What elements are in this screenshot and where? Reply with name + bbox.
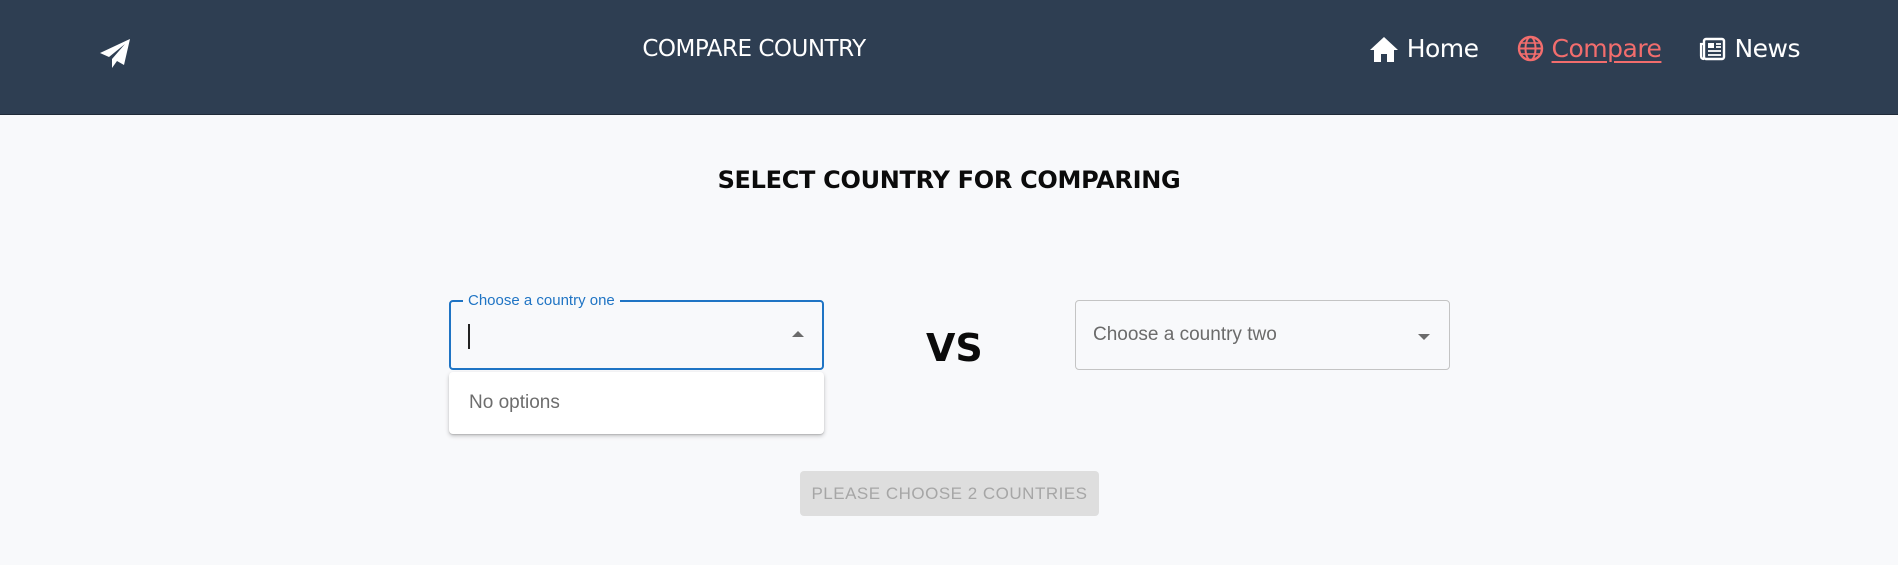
text-cursor xyxy=(468,324,470,349)
nav-compare-label: Compare xyxy=(1551,34,1662,63)
compare-submit-button[interactable]: PLEASE CHOOSE 2 COUNTRIES xyxy=(800,471,1099,516)
country-one-dropdown: No options xyxy=(449,372,824,434)
newspaper-icon xyxy=(1699,37,1726,61)
chevron-up-icon[interactable] xyxy=(792,331,804,337)
vs-label: VS xyxy=(926,326,983,370)
app-title: COMPARE COUNTRY xyxy=(642,36,866,62)
country-two-placeholder: Choose a country two xyxy=(1093,324,1277,345)
page-title: SELECT COUNTRY FOR COMPARING xyxy=(717,166,1181,194)
globe-icon xyxy=(1517,35,1544,62)
country-one-autocomplete[interactable]: Choose a country one xyxy=(449,292,824,370)
home-icon xyxy=(1369,35,1399,63)
chevron-down-icon[interactable] xyxy=(1418,334,1430,340)
nav-news-link[interactable]: News xyxy=(1699,34,1800,63)
country-one-label: Choose a country one xyxy=(463,292,620,310)
top-navbar: COMPARE COUNTRY Home Compare News xyxy=(0,0,1898,115)
nav-home-label: Home xyxy=(1406,34,1479,63)
no-options-text: No options xyxy=(469,392,560,413)
nav-menu: Home Compare News xyxy=(1369,34,1800,63)
nav-home-link[interactable]: Home xyxy=(1369,34,1479,63)
country-two-autocomplete[interactable]: Choose a country two xyxy=(1075,300,1450,370)
nav-news-label: News xyxy=(1734,34,1800,63)
nav-compare-link[interactable]: Compare xyxy=(1517,34,1662,63)
